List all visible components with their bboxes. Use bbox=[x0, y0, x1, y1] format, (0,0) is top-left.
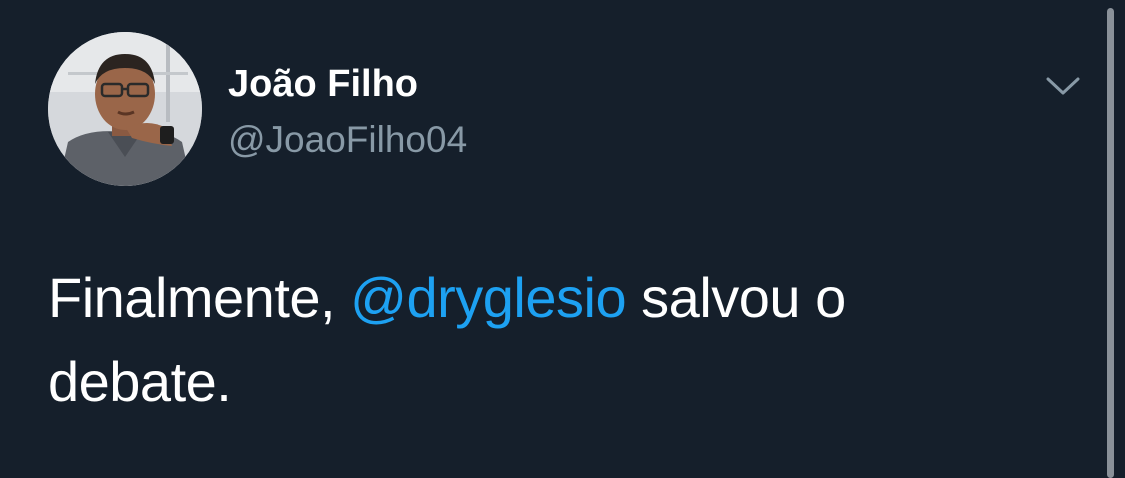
chevron-down-icon bbox=[1046, 77, 1080, 95]
scrollbar[interactable] bbox=[1107, 8, 1114, 478]
avatar-photo-icon bbox=[48, 32, 202, 186]
tweet-text-start: Finalmente, bbox=[48, 266, 351, 329]
user-handle[interactable]: @JoaoFilho04 bbox=[228, 118, 467, 162]
avatar[interactable] bbox=[48, 32, 202, 186]
tweet-text-continuation: salvou o bbox=[626, 266, 846, 329]
tweet-card: João Filho @JoaoFilho04 Finalmente, @dry… bbox=[0, 0, 1125, 478]
mention-link[interactable]: @dryglesio bbox=[350, 266, 626, 329]
tweet-text-end: debate. bbox=[48, 350, 232, 413]
display-name[interactable]: João Filho bbox=[228, 62, 418, 106]
tweet-text: Finalmente, @dryglesio salvou o debate. bbox=[48, 256, 1028, 424]
tweet-menu-button[interactable] bbox=[1040, 68, 1086, 104]
